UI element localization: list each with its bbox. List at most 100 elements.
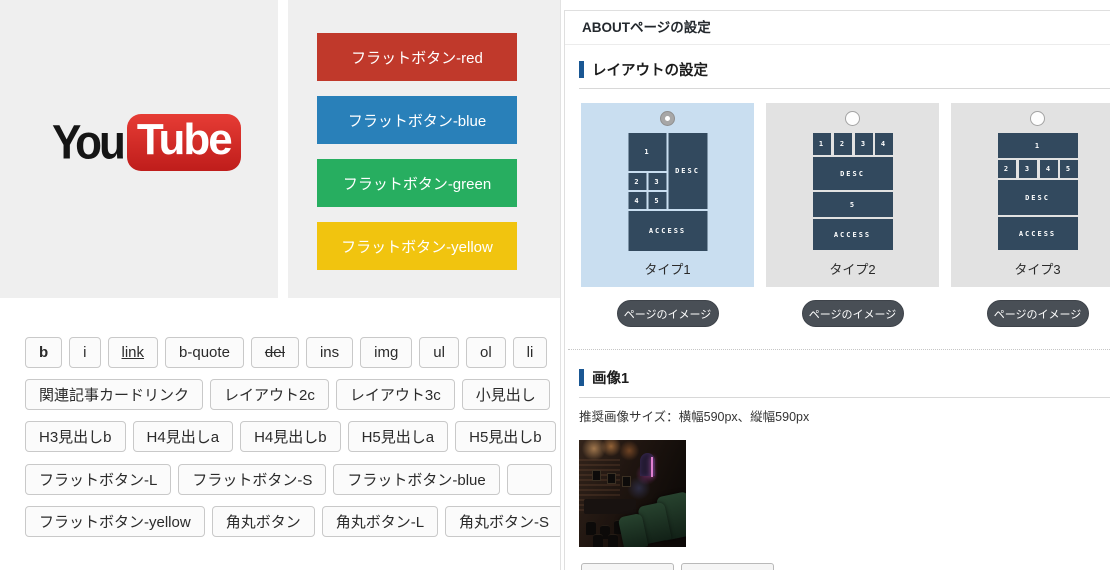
diagram-cell-1: 1 (628, 133, 666, 171)
flat-button-yellow[interactable]: フラットボタン-yellow (317, 222, 517, 270)
type1-layout-diagram: 1 2 3 4 5 DESC ACCESS (628, 133, 707, 251)
flat-button-green[interactable]: フラットボタン-green (317, 159, 517, 207)
quicktag-layout2c-button[interactable]: レイアウト2c (210, 379, 329, 410)
quicktag-h4a-button[interactable]: H4見出しa (132, 421, 234, 452)
flat-button-red[interactable]: フラットボタン-red (317, 33, 517, 81)
quicktag-flat-yellow-button[interactable]: フラットボタン-yellow (25, 506, 205, 537)
image1-heading: 画像1 (579, 367, 629, 388)
layout-type-cards: 1 2 3 4 5 DESC ACCESS タイプ1 1 2 3 4 DESC … (581, 103, 1110, 287)
quicktag-row-2: 関連記事カードリンク レイアウト2c レイアウト3c 小見出し (25, 379, 550, 410)
quicktag-h5b-button[interactable]: H5見出しb (455, 421, 556, 452)
image-action-button-1[interactable] (581, 563, 674, 570)
pill-column-2: ページのイメージ (766, 300, 939, 327)
radio-dot (665, 116, 670, 121)
thumb-picture-frame (606, 473, 616, 485)
quicktag-flat-blue-button[interactable]: フラットボタン-blue (333, 464, 500, 495)
diagram-cell-1: 1 (812, 133, 831, 155)
layout-settings-heading: レイアウトの設定 (579, 59, 708, 80)
image1-title: 画像1 (592, 371, 630, 387)
type2-label: タイプ2 (829, 262, 876, 277)
thumb-sofa (584, 498, 636, 514)
flat-buttons-preview-box: フラットボタン-red フラットボタン-blue フラットボタン-green フ… (288, 0, 560, 298)
layout-type-card-2[interactable]: 1 2 3 4 DESC 5 ACCESS タイプ2 (766, 103, 939, 287)
quicktag-subheading-button[interactable]: 小見出し (461, 379, 550, 410)
quicktag-rounded-l-button[interactable]: 角丸ボタン-L (321, 506, 439, 537)
quicktag-ul-button[interactable]: ul (419, 337, 459, 368)
thumb-arch-window (639, 452, 655, 477)
type3-layout-diagram: 1 2 3 4 5 DESC ACCESS (997, 133, 1078, 250)
quicktag-flat-s-button[interactable]: フラットボタン-S (178, 464, 327, 495)
quicktag-bold-button[interactable]: b (25, 337, 63, 368)
type3-label: タイプ3 (1014, 262, 1061, 277)
recommended-size-text: 推奨画像サイズ：横幅590px、縦幅590px (579, 410, 810, 424)
quicktag-layout3c-button[interactable]: レイアウト3c (335, 379, 455, 410)
quicktag-bquote-button[interactable]: b-quote (165, 337, 244, 368)
heading-accent-bar (579, 369, 584, 386)
diagram-cell-4: 4 (1039, 160, 1058, 178)
section-divider (579, 397, 1110, 398)
quicktag-li-button[interactable]: li (512, 337, 548, 368)
quicktag-flat-l-button[interactable]: フラットボタン-L (25, 464, 172, 495)
thumb-picture-frame (621, 476, 631, 488)
diagram-cell-desc: DESC (997, 180, 1078, 215)
page-image-button-3[interactable]: ページのイメージ (986, 300, 1089, 327)
logo-preview-box: You Tube (0, 0, 278, 298)
quicktag-related-card-link-button[interactable]: 関連記事カードリンク (25, 379, 204, 410)
quicktag-h3b-button[interactable]: H3見出しb (25, 421, 126, 452)
diagram-cell-5: 5 (648, 192, 666, 209)
page-image-buttons-row: ページのイメージ ページのイメージ ページのイメージ (581, 300, 1110, 327)
diagram-cell-1: 1 (997, 133, 1078, 158)
diagram-cell-3: 3 (648, 173, 666, 190)
youtube-logo-tube: Tube (126, 114, 241, 171)
diagram-cell-5: 5 (812, 192, 893, 217)
dotted-divider (568, 349, 1110, 350)
layout-type-card-1[interactable]: 1 2 3 4 5 DESC ACCESS タイプ1 (581, 103, 754, 287)
type2-layout-diagram: 1 2 3 4 DESC 5 ACCESS (812, 133, 893, 250)
youtube-logo-you: You (52, 115, 126, 169)
diagram-cell-3: 3 (1018, 160, 1037, 178)
postbox-title: ABOUTページの設定 (565, 11, 1110, 45)
quicktag-ol-button[interactable]: ol (465, 337, 506, 368)
quicktag-row-5: フラットボタン-yellow 角丸ボタン 角丸ボタン-L 角丸ボタン-S (25, 506, 564, 537)
page-image-button-1[interactable]: ページのイメージ (616, 300, 719, 327)
about-image-thumbnail (579, 440, 686, 547)
thumb-stool (592, 534, 603, 547)
diagram-cell-access: ACCESS (812, 219, 893, 250)
diagram-cell-access: ACCESS (997, 217, 1078, 250)
diagram-cell-4: 4 (628, 192, 646, 209)
quicktag-h4b-button[interactable]: H4見出しb (240, 421, 341, 452)
image-action-button-2[interactable] (681, 563, 774, 570)
layout-type-card-3[interactable]: 1 2 3 4 5 DESC ACCESS タイプ3 (951, 103, 1110, 287)
quicktag-row-4: フラットボタン-L フラットボタン-S フラットボタン-blue (25, 464, 552, 495)
quicktag-rounded-button[interactable]: 角丸ボタン (211, 506, 315, 537)
type2-radio[interactable] (845, 111, 860, 126)
quicktag-img-button[interactable]: img (360, 337, 413, 368)
quicktag-ins-button[interactable]: ins (305, 337, 354, 368)
type1-radio[interactable] (660, 111, 675, 126)
page-image-button-2[interactable]: ページのイメージ (801, 300, 904, 327)
diagram-cell-desc: DESC (668, 133, 707, 209)
quicktag-link-button[interactable]: link (107, 337, 159, 368)
type3-radio[interactable] (1030, 111, 1045, 126)
thumb-stool (607, 534, 618, 547)
diagram-cell-2: 2 (628, 173, 646, 190)
quicktag-rounded-s-button[interactable]: 角丸ボタン-S (445, 506, 564, 537)
youtube-logo: You Tube (52, 114, 241, 171)
quicktag-del-button[interactable]: del (250, 337, 299, 368)
diagram-cell-5: 5 (1059, 160, 1078, 178)
diagram-cell-desc: DESC (812, 157, 893, 190)
diagram-cell-4: 4 (874, 133, 893, 155)
diagram-cell-3: 3 (854, 133, 873, 155)
quicktag-h5a-button[interactable]: H5見出しa (347, 421, 449, 452)
quicktag-clipped-button[interactable] (506, 464, 552, 495)
quicktag-row-3: H3見出しb H4見出しa H4見出しb H5見出しa H5見出しb (25, 421, 556, 452)
quicktag-italic-button[interactable]: i (69, 337, 101, 368)
heading-accent-bar (579, 61, 584, 78)
diagram-cell-2: 2 (997, 160, 1016, 178)
flat-button-blue[interactable]: フラットボタン-blue (317, 96, 517, 144)
thumb-neon-light (650, 457, 653, 478)
diagram-cell-2: 2 (833, 133, 852, 155)
diagram-cell-access: ACCESS (628, 211, 707, 251)
pill-column-1: ページのイメージ (581, 300, 754, 327)
thumb-picture-frame (591, 469, 601, 481)
